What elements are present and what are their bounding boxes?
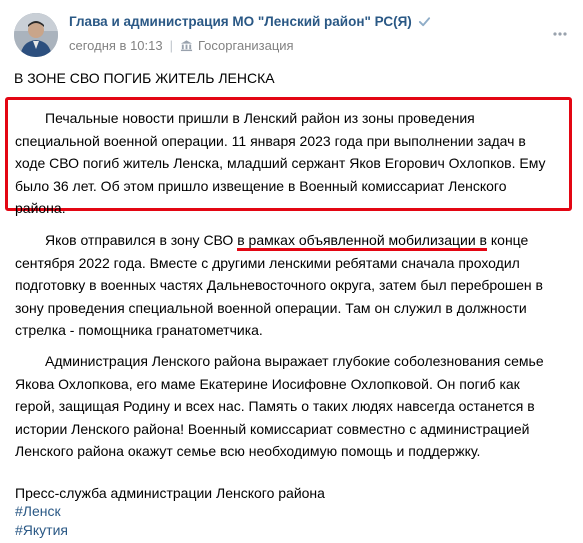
paragraph-1-line: было 36 лет. Об этом пришло извещение в …	[15, 177, 507, 194]
paragraph-1-line: ходе СВО погиб житель Ленска, младший се…	[15, 155, 546, 171]
underlined-phrase: в рамках объявленной мобилизации в	[237, 232, 487, 251]
post-meta: сегодня в 10:13 | Госорганизация	[69, 38, 294, 53]
paragraph-3-line: Якова Охлопкова, его маме Екатерине Иоси…	[15, 375, 520, 392]
more-icon[interactable]	[551, 25, 569, 43]
author-name[interactable]: Глава и администрация МО "Ленский район"…	[69, 14, 431, 29]
paragraph-2-line: Яков отправился в зону СВО в рамках объя…	[15, 229, 571, 252]
paragraph-3-line: Администрация Ленского района выражает г…	[45, 353, 544, 369]
paragraph-2-line: подготовку в военных частях Дальневосточ…	[15, 277, 543, 293]
avatar[interactable]	[14, 13, 58, 57]
paragraph-3-line: истории Ленского района! Военный комисса…	[15, 420, 530, 437]
paragraph-2: Яков отправился в зону СВО в рамках объя…	[15, 229, 571, 342]
hashtag-link[interactable]: #Якутия	[15, 520, 68, 540]
author-name-label[interactable]: Глава и администрация МО "Ленский район"…	[69, 14, 412, 29]
verified-icon	[418, 17, 430, 27]
paragraph-3-line: герой, защищая Родину и всех нас. Память…	[15, 398, 535, 414]
paragraph-2-line: стрелка - помощника гранатометчика.	[15, 322, 263, 338]
paragraph-2-text: конце	[486, 232, 529, 248]
post-header: Глава и администрация МО "Ленский район"…	[13, 13, 571, 57]
paragraph-2-line: сентября 2022 года. Вместе с другими лен…	[15, 254, 520, 271]
paragraph-1-line: района.	[15, 200, 66, 216]
paragraph-1: Печальные новости пришли в Ленский район…	[15, 107, 571, 220]
paragraph-3-line: Ленского района окажут семье всю необход…	[15, 443, 481, 459]
paragraph-1-line: Печальные новости пришли в Ленский район…	[45, 110, 475, 126]
paragraph-3: Администрация Ленского района выражает г…	[15, 350, 571, 463]
government-icon	[180, 40, 193, 52]
post-title: В ЗОНЕ СВО ПОГИБ ЖИТЕЛЬ ЛЕНСКА	[14, 70, 275, 86]
signature: Пресс-служба администрации Ленского райо…	[15, 485, 325, 501]
paragraph-1-line: специальной военной операции. 11 января …	[15, 132, 526, 149]
post-category: Госорганизация	[198, 38, 294, 53]
hashtag-link[interactable]: #Ленск	[15, 501, 61, 521]
post-time[interactable]: сегодня в 10:13	[69, 38, 163, 53]
paragraph-2-text: Яков отправился в зону СВО	[45, 232, 238, 248]
paragraph-2-line: зону проведения специальной военной опер…	[15, 299, 527, 316]
post: Глава и администрация МО "Ленский район"…	[0, 0, 583, 543]
meta-separator: |	[169, 38, 173, 53]
